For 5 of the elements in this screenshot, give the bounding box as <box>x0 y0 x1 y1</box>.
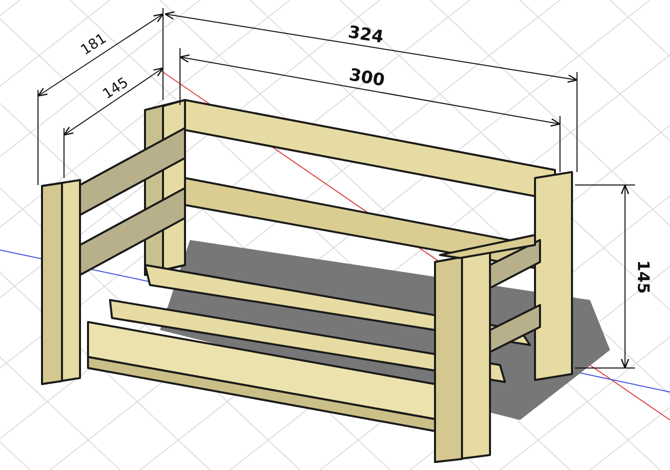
dimension-label: 324 <box>346 22 385 48</box>
dimension-label: 300 <box>348 65 386 91</box>
dimension-label: 181 <box>78 30 110 59</box>
dimension-label: 145 <box>100 74 132 103</box>
dimension-label: 145 <box>634 260 653 294</box>
